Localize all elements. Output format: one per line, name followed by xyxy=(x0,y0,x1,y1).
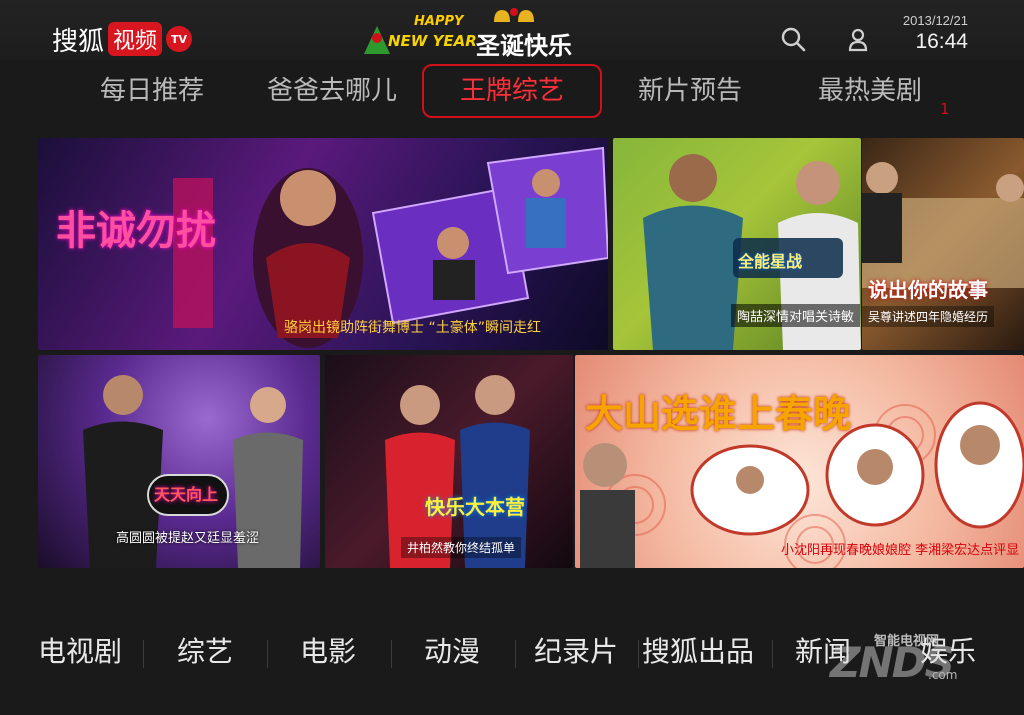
feature-tile[interactable]: 天天向上 高圆圆被提赵又廷显羞涩 xyxy=(38,355,320,568)
category-sohu-original[interactable]: 搜狐出品 xyxy=(642,620,754,684)
category-variety[interactable]: 综艺 xyxy=(177,620,233,684)
tab-new-trailers[interactable]: 新片预告 xyxy=(620,64,760,118)
user-icon[interactable] xyxy=(843,24,873,54)
show-logo: 非诚勿扰 xyxy=(56,208,216,254)
divider xyxy=(638,640,639,668)
show-logo: 快乐大本营 xyxy=(425,495,525,519)
clock: 2013/12/21 16:44 xyxy=(903,13,968,54)
top-bar: 搜狐 视频 TV HAPPY NEW YEAR 圣诞快乐 2013/12/21 … xyxy=(0,0,1024,60)
channel-tabs: 每日推荐 爸爸去哪儿 王牌综艺 新片预告 最热美剧 1 xyxy=(0,62,1024,122)
show-logo: 大山选谁上春晚 xyxy=(585,392,852,436)
tile-caption: 井柏然教你终结孤单 xyxy=(401,537,522,558)
tile-caption: 陶喆深情对唱关诗敏 xyxy=(731,304,861,327)
category-documentary[interactable]: 纪录片 xyxy=(534,620,618,684)
bells-icon xyxy=(494,8,534,22)
tab-top-variety[interactable]: 王牌综艺 xyxy=(422,64,602,118)
tab-hot-us-drama[interactable]: 最热美剧 xyxy=(800,64,940,118)
christmas-banner: HAPPY NEW YEAR 圣诞快乐 xyxy=(362,6,578,60)
show-logo: 天天向上 xyxy=(154,485,219,504)
tile-caption: 高圆圆被提赵又廷显羞涩 xyxy=(116,531,260,546)
divider xyxy=(515,640,516,668)
logo-badge: 视频 xyxy=(108,22,163,56)
feature-tile[interactable]: 非诚勿扰 骆岗出镜助阵街舞博士 “土豪体”瞬间走红 xyxy=(38,138,608,350)
category-movie[interactable]: 电影 xyxy=(300,620,356,684)
search-icon[interactable] xyxy=(778,24,808,54)
category-anime[interactable]: 动漫 xyxy=(424,620,480,684)
time-label: 16:44 xyxy=(915,30,968,53)
show-logo: 说出你的故事 xyxy=(868,278,988,302)
tile-caption: 吴尊讲述四年隐婚经历 xyxy=(862,306,995,327)
logo-text: 搜狐 xyxy=(52,26,105,57)
tab-daily-recommend[interactable]: 每日推荐 xyxy=(82,64,222,118)
divider xyxy=(143,640,144,668)
divider xyxy=(267,640,268,668)
banner-new-year: NEW YEAR xyxy=(388,32,477,50)
page-indicator: 1 xyxy=(940,100,950,118)
date-label: 2013/12/21 xyxy=(902,13,968,28)
category-tv-series[interactable]: 电视剧 xyxy=(38,620,122,684)
divider xyxy=(772,640,773,668)
feature-tile[interactable]: 全能星战 陶喆深情对唱关诗敏 xyxy=(613,138,861,350)
feature-tile[interactable]: 说出你的故事 吴尊讲述四年隐婚经历 xyxy=(862,138,1024,350)
show-logo: 全能星战 xyxy=(738,252,803,271)
banner-happy: HAPPY xyxy=(414,14,464,29)
watermark-suffix: .com xyxy=(928,668,958,682)
tile-caption: 小沈阳再现春晚娘娘腔 李湘梁宏达点评显 xyxy=(781,543,1020,558)
divider xyxy=(391,640,392,668)
tile-caption: 骆岗出镜助阵街舞博士 “土豪体”瞬间走红 xyxy=(284,320,541,336)
tv-icon: TV xyxy=(166,26,193,52)
banner-merry-christmas-cn: 圣诞快乐 xyxy=(476,32,572,60)
feature-tile[interactable]: 快乐大本营 井柏然教你终结孤单 xyxy=(325,355,573,568)
znds-watermark: 智能电视网 ZNDS .com xyxy=(818,616,978,688)
sohu-video-logo: 搜狐 视频 TV xyxy=(52,22,193,57)
tab-where-are-we-going-dad[interactable]: 爸爸去哪儿 xyxy=(252,64,412,118)
feature-tile[interactable]: 大山选谁上春晚 小沈阳再现春晚娘娘腔 李湘梁宏达点评显 xyxy=(575,355,1024,568)
